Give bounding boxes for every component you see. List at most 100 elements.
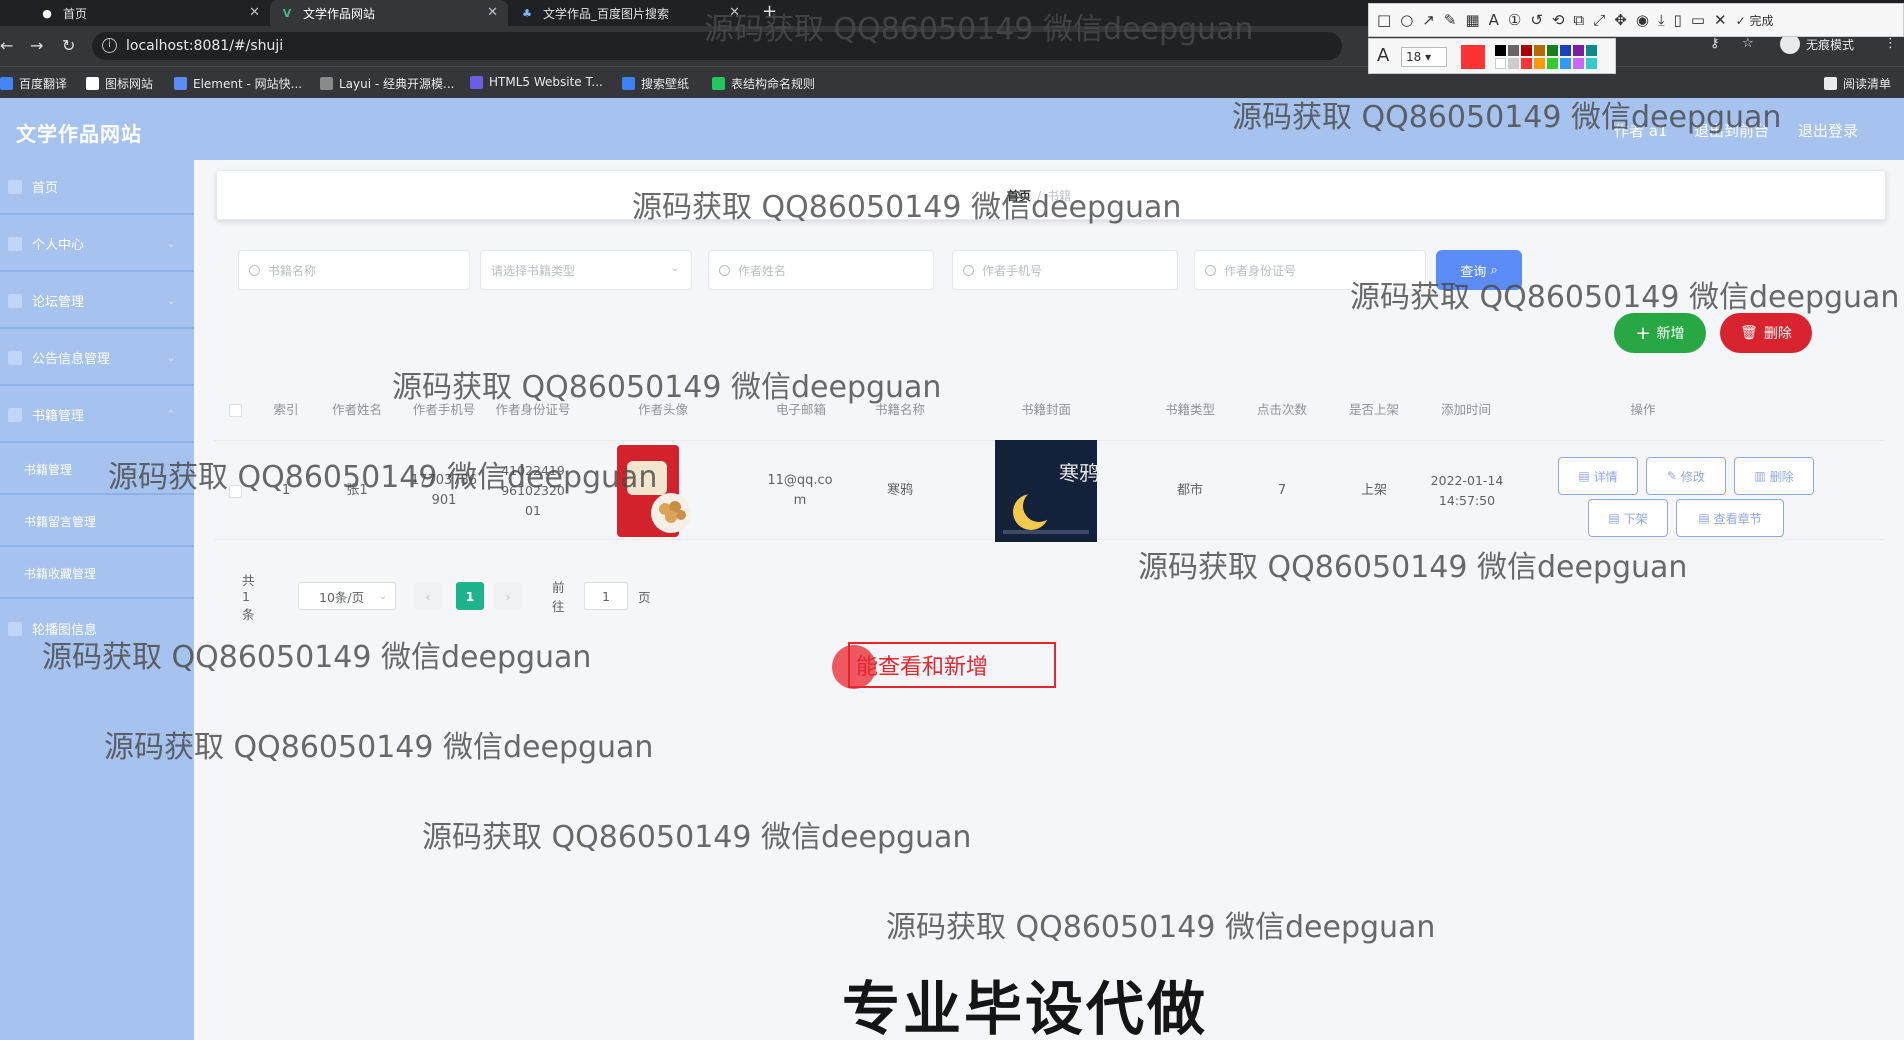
color-swatch[interactable] <box>1547 58 1558 69</box>
download-icon[interactable]: ⤓ <box>1658 11 1665 29</box>
browser-tab[interactable]: ● 首页 ✕ <box>30 0 270 26</box>
delete-button[interactable]: 🗑 删除 <box>1720 313 1812 353</box>
rectangle-icon[interactable]: □ <box>1377 11 1391 29</box>
document-icon: ▤ <box>1698 511 1714 525</box>
incognito-indicator[interactable]: 无痕模式 <box>1780 34 1854 54</box>
page-number-current[interactable]: 1 <box>456 582 484 610</box>
select-all-checkbox[interactable] <box>214 380 256 440</box>
forward-icon[interactable]: → <box>30 36 43 55</box>
edit-button[interactable]: ✎ 修改 <box>1646 457 1726 495</box>
color-swatch[interactable] <box>1560 45 1571 56</box>
text-icon[interactable]: A <box>1489 11 1499 29</box>
total-count: 共 1 条 <box>242 572 255 622</box>
watermark-text: 源码获取 QQ86050149 微信deepguan <box>632 190 1182 225</box>
bookmark[interactable]: Layui - 经典开源模... <box>320 75 454 92</box>
bookmark[interactable]: Element - 网站快... <box>174 75 302 92</box>
expand-icon[interactable]: ⤢ <box>1593 11 1605 29</box>
bookmark[interactable]: HTML5 Website T... <box>470 75 603 89</box>
color-swatch[interactable] <box>1521 45 1532 56</box>
column-header: 添加时间 <box>1440 402 1491 417</box>
key-icon[interactable]: ⚷ <box>1710 36 1720 51</box>
bookmark[interactable]: 百度翻译 <box>0 75 67 92</box>
color-swatch[interactable] <box>1521 58 1532 69</box>
watermark-text: 源码获取 QQ86050149 微信deepguan <box>1350 280 1900 315</box>
color-swatch[interactable] <box>1547 45 1558 56</box>
chevron-up-icon: ⌃ <box>166 408 176 421</box>
close-icon[interactable]: ✕ <box>1714 11 1727 29</box>
color-swatch[interactable] <box>1586 45 1597 56</box>
goto-suffix: 页 <box>638 589 651 605</box>
current-color-swatch[interactable] <box>1461 45 1485 69</box>
next-page-icon[interactable]: › <box>494 582 522 610</box>
sidebar-item-books[interactable]: 书籍管理 ⌃ <box>0 388 194 443</box>
font-size-select[interactable]: 18 ▾ <box>1401 47 1447 67</box>
bookmark[interactable]: 图标网站 <box>86 75 153 92</box>
watermark-text: 源码获取 QQ86050149 微信deepguan <box>1138 550 1688 585</box>
back-icon[interactable]: ← <box>0 36 13 55</box>
document-icon: ▤ <box>1608 511 1624 525</box>
color-swatch[interactable] <box>1586 58 1597 69</box>
pin-icon[interactable]: ✥ <box>1614 11 1627 29</box>
column-header: 作者姓名 <box>331 402 382 417</box>
color-swatch[interactable] <box>1560 58 1571 69</box>
browser-tab-active[interactable]: V 文学作品网站 ✕ <box>270 0 508 26</box>
cell-click-count: 7 <box>1277 483 1287 498</box>
color-swatch[interactable] <box>1495 45 1506 56</box>
bookmark[interactable]: 表结构命名规则 <box>712 75 815 92</box>
baidu-icon: ♣ <box>522 6 532 20</box>
close-tab-icon[interactable]: ✕ <box>487 5 498 20</box>
sidebar-subitem-book-favorites[interactable]: 书籍收藏管理 <box>0 549 194 599</box>
star-icon[interactable]: ☆ <box>1742 36 1754 51</box>
row-delete-button[interactable]: ▥ 删除 <box>1734 457 1814 495</box>
home-icon <box>8 179 22 194</box>
sidebar-item-forum[interactable]: 论坛管理 ⌄ <box>0 274 194 329</box>
logout-link[interactable]: 退出登录 <box>1798 120 1858 141</box>
color-swatch[interactable] <box>1534 45 1545 56</box>
menu-dots-icon[interactable]: ⋮ <box>1884 36 1897 51</box>
sidebar-subitem-book-comments[interactable]: 书籍留言管理 <box>0 497 194 547</box>
close-tab-icon[interactable]: ✕ <box>249 5 260 20</box>
add-button[interactable]: + 新增 <box>1614 313 1706 353</box>
cell-status: 上架 <box>1360 483 1387 498</box>
sidebar-item-profile[interactable]: 个人中心 ⌄ <box>0 217 194 272</box>
reading-list[interactable]: 阅读清单 <box>1824 75 1891 92</box>
color-swatch[interactable] <box>1508 58 1519 69</box>
page-size-select[interactable]: 10条/页 ⌄ <box>298 582 396 610</box>
annotation-callout: 能查看和新增 <box>848 642 1056 688</box>
goto-page-input[interactable]: 1 <box>584 582 628 610</box>
number-icon[interactable]: ① <box>1508 11 1521 29</box>
bookmark[interactable]: 搜索壁纸 <box>622 75 689 92</box>
circle-icon[interactable]: ○ <box>1400 11 1413 29</box>
author-phone-input[interactable]: 作者手机号 <box>952 250 1178 290</box>
pen-icon[interactable]: ✎ <box>1444 11 1457 29</box>
github-icon: ● <box>42 6 52 20</box>
undo-icon[interactable]: ↺ <box>1530 11 1543 29</box>
author-name-input[interactable]: 作者姓名 <box>708 250 934 290</box>
view-chapters-button[interactable]: ▤ 查看章节 <box>1676 499 1784 537</box>
unpublish-button[interactable]: ▤ 下架 <box>1588 499 1668 537</box>
sidebar-item-notices[interactable]: 公告信息管理 ⌄ <box>0 331 194 386</box>
color-swatch[interactable] <box>1534 58 1545 69</box>
book-name-input[interactable]: 书籍名称 <box>238 250 470 290</box>
watermark-text: 源码获取 QQ86050149 微信deepguan <box>42 640 592 675</box>
mosaic-icon[interactable]: ▦ <box>1465 11 1479 29</box>
color-swatch[interactable] <box>1573 58 1584 69</box>
wallpaper-icon <box>622 77 635 90</box>
column-header: 书籍封面 <box>1020 402 1071 417</box>
arrow-icon[interactable]: ↗ <box>1422 11 1435 29</box>
save-icon[interactable]: ▭ <box>1691 11 1705 29</box>
color-swatch[interactable] <box>1573 45 1584 56</box>
prev-page-icon[interactable]: ‹ <box>414 582 442 610</box>
sidebar-item-home[interactable]: 首页 <box>0 160 194 215</box>
crop-icon[interactable]: ⧉ <box>1574 11 1585 29</box>
site-info-icon[interactable]: i <box>102 38 117 53</box>
color-swatch[interactable] <box>1508 45 1519 56</box>
done-button[interactable]: ✓ 完成 <box>1736 12 1774 29</box>
detail-button[interactable]: ▤ 详情 <box>1558 457 1638 495</box>
record-icon[interactable]: ◉ <box>1636 11 1649 29</box>
redo-icon[interactable]: ⟲ <box>1552 11 1565 29</box>
copy-icon[interactable]: ▯ <box>1674 11 1682 29</box>
color-swatch[interactable] <box>1495 58 1506 69</box>
reload-icon[interactable]: ↻ <box>62 36 75 55</box>
book-type-select[interactable]: 请选择书籍类型 ⌄ <box>480 250 692 290</box>
